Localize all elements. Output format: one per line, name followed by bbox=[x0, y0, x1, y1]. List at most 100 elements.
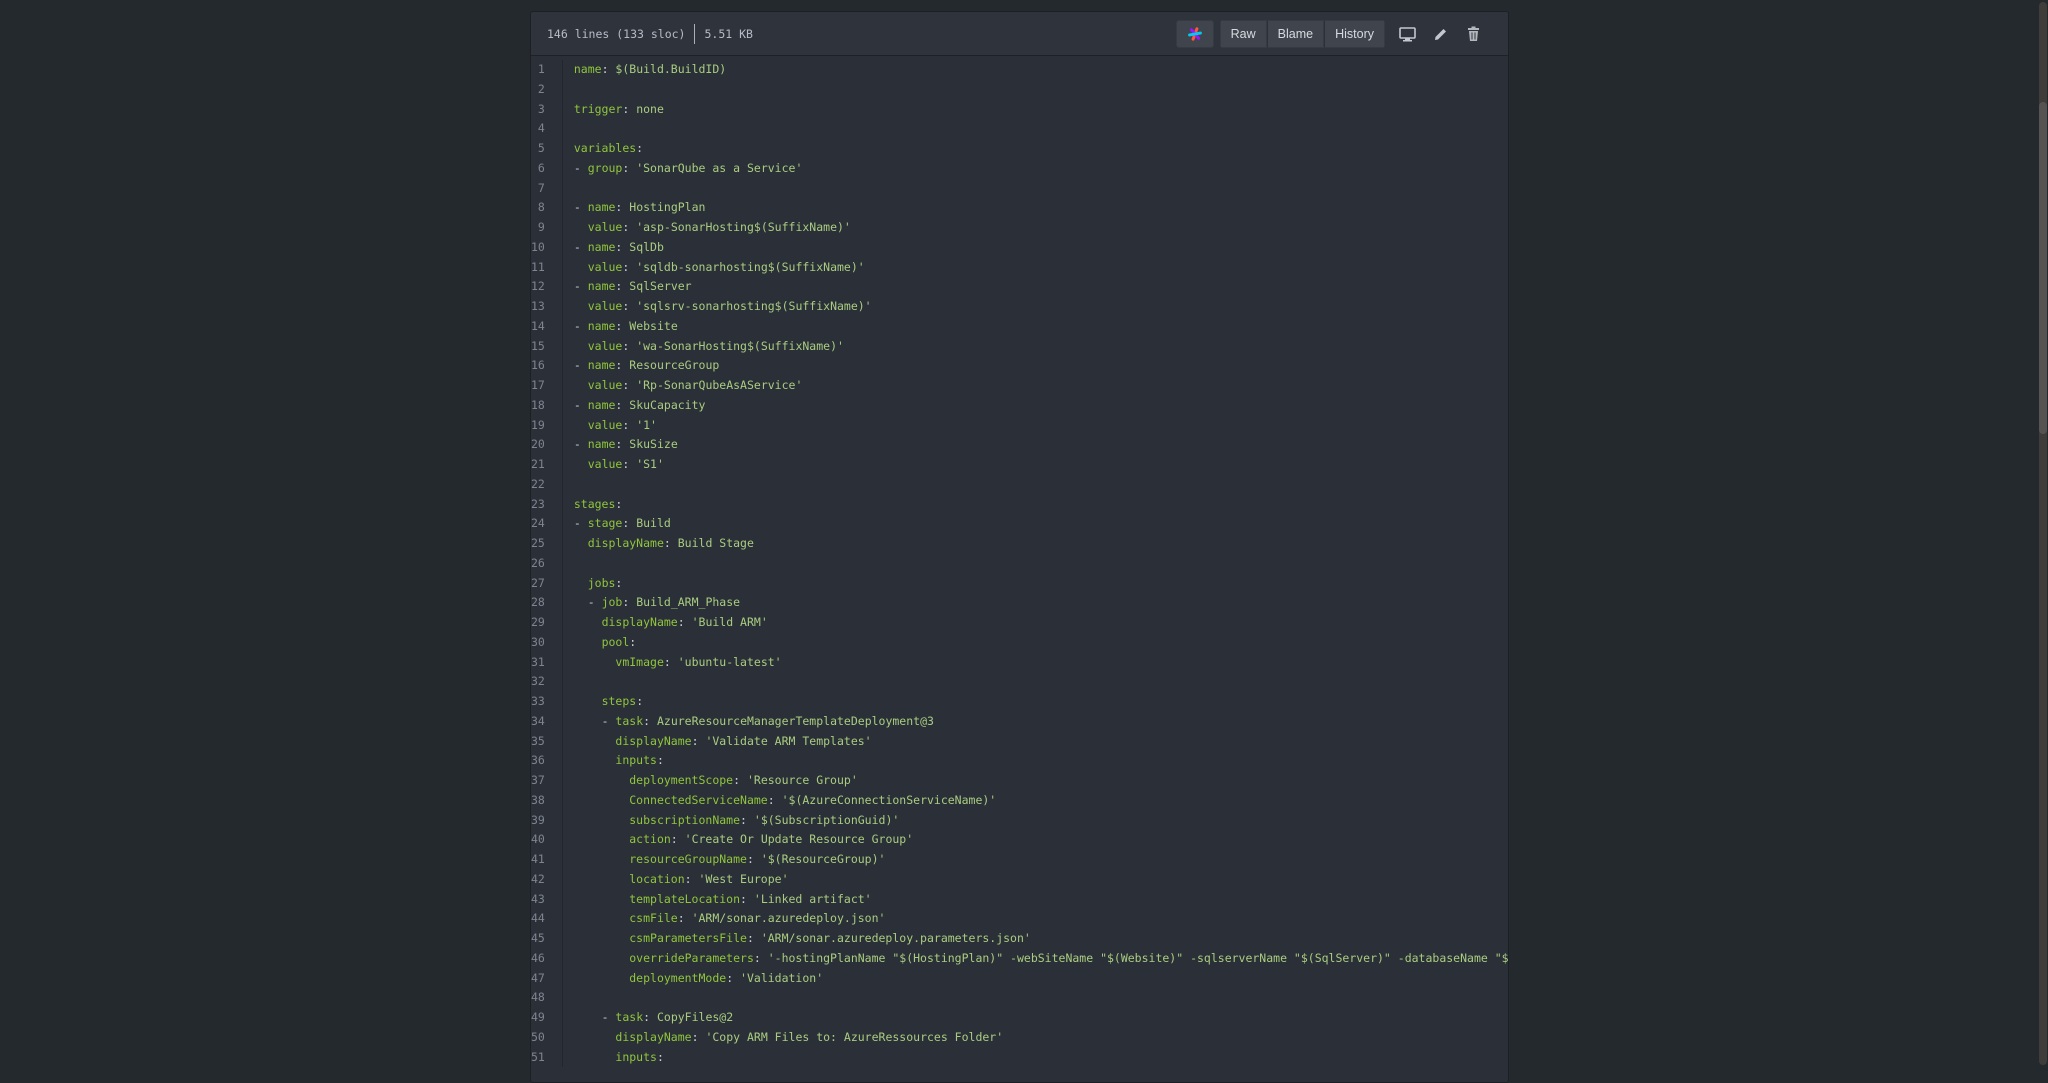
code-line: subscriptionName: '$(SubscriptionGuid)' bbox=[574, 811, 1508, 831]
line-number[interactable]: 17 bbox=[531, 376, 562, 396]
line-number[interactable]: 44 bbox=[531, 909, 562, 929]
line-number[interactable]: 12 bbox=[531, 277, 562, 297]
yaml-key: trigger bbox=[573, 101, 623, 116]
colon: : bbox=[746, 852, 761, 866]
line-number[interactable]: 38 bbox=[531, 791, 562, 811]
yaml-key: action bbox=[629, 832, 671, 847]
line-number[interactable]: 19 bbox=[531, 416, 562, 436]
line-number[interactable]: 3 bbox=[531, 100, 562, 120]
yaml-key: stage bbox=[587, 516, 623, 531]
yaml-key: inputs bbox=[615, 1049, 657, 1064]
line-number[interactable]: 33 bbox=[531, 692, 562, 712]
line-number[interactable]: 7 bbox=[531, 179, 562, 199]
yaml-key: value bbox=[587, 259, 623, 274]
line-number[interactable]: 27 bbox=[531, 574, 562, 594]
line-number[interactable]: 2 bbox=[531, 80, 562, 100]
line-number[interactable]: 11 bbox=[531, 258, 562, 278]
code-line: trigger: none bbox=[573, 100, 1508, 120]
line-number[interactable]: 28 bbox=[531, 593, 562, 613]
line-number[interactable]: 23 bbox=[531, 495, 562, 515]
line-number[interactable]: 21 bbox=[531, 455, 562, 475]
line-number[interactable]: 40 bbox=[531, 830, 562, 850]
line-number[interactable]: 9 bbox=[531, 218, 562, 238]
line-number[interactable]: 39 bbox=[531, 811, 562, 831]
line-number[interactable]: 41 bbox=[531, 850, 562, 870]
view-button-group: Raw Blame History bbox=[1219, 20, 1385, 48]
raw-button[interactable]: Raw bbox=[1219, 20, 1267, 48]
line-number[interactable]: 26 bbox=[531, 554, 562, 574]
line-number[interactable]: 50 bbox=[531, 1028, 562, 1048]
line-number[interactable]: 14 bbox=[531, 317, 562, 337]
line-number[interactable]: 1 bbox=[531, 60, 562, 80]
edit-button[interactable] bbox=[1424, 21, 1457, 47]
yaml-value: 'Linked artifact' bbox=[753, 891, 872, 906]
line-number[interactable]: 46 bbox=[531, 949, 562, 969]
line-number[interactable]: 49 bbox=[531, 1008, 562, 1028]
line-number[interactable]: 24 bbox=[531, 514, 562, 534]
yaml-value: 'sqlsrv-sonarhosting$(SuffixName)' bbox=[636, 299, 872, 313]
colon: : bbox=[622, 417, 637, 432]
line-number[interactable]: 5 bbox=[531, 139, 562, 159]
line-number[interactable]: 8 bbox=[531, 198, 562, 218]
yaml-value: '1' bbox=[636, 417, 657, 432]
line-number[interactable]: 34 bbox=[531, 712, 562, 732]
yaml-key: group bbox=[587, 160, 623, 175]
line-number[interactable]: 20 bbox=[531, 435, 562, 455]
file-header: 146 lines (133 sloc) 5.51 KB Raw Blame H… bbox=[531, 12, 1508, 56]
line-number[interactable]: 36 bbox=[531, 751, 562, 771]
colon: : bbox=[643, 713, 657, 728]
line-number[interactable]: 15 bbox=[531, 337, 562, 357]
line-number[interactable]: 45 bbox=[531, 929, 562, 949]
line-number[interactable]: 30 bbox=[531, 633, 562, 653]
line-number[interactable]: 47 bbox=[531, 969, 562, 989]
line-number[interactable]: 51 bbox=[531, 1048, 562, 1068]
code-line: ConnectedServiceName: '$(AzureConnection… bbox=[574, 791, 1508, 811]
line-number[interactable]: 10 bbox=[531, 238, 562, 258]
line-number[interactable]: 43 bbox=[531, 890, 562, 910]
line-number[interactable]: 37 bbox=[531, 771, 562, 791]
scrollbar-thumb[interactable] bbox=[2039, 102, 2047, 434]
yaml-key: task bbox=[615, 1010, 644, 1024]
yaml-key: task bbox=[615, 713, 644, 728]
line-number[interactable]: 42 bbox=[531, 870, 562, 890]
yaml-value: 'asp-SonarHosting$(SuffixName)' bbox=[636, 220, 851, 234]
line-number[interactable]: 25 bbox=[531, 534, 562, 554]
line-number[interactable]: 48 bbox=[531, 988, 562, 1008]
list-dash: - bbox=[573, 160, 588, 175]
page-scrollbar[interactable] bbox=[2038, 0, 2048, 1067]
colon: : bbox=[753, 950, 768, 965]
open-desktop-button[interactable] bbox=[1391, 21, 1424, 47]
yaml-value: 'wa-SonarHosting$(SuffixName)' bbox=[636, 338, 844, 353]
desktop-icon bbox=[1399, 26, 1416, 41]
yaml-key: jobs bbox=[587, 575, 616, 590]
line-number[interactable]: 29 bbox=[531, 613, 562, 633]
line-number[interactable]: 32 bbox=[531, 672, 562, 692]
line-number-gutter: 1 2 3 4 5 6 7 8 9 10 11 12 13 14 15 16 17 18 19 20 21 22 23 24 2… bbox=[531, 60, 563, 1068]
colon: : bbox=[691, 1029, 706, 1044]
yaml-value: HostingPlan bbox=[629, 200, 706, 215]
line-number[interactable]: 13 bbox=[531, 297, 562, 317]
line-number[interactable]: 35 bbox=[531, 732, 562, 752]
line-number[interactable]: 16 bbox=[531, 356, 562, 376]
sourcegraph-button[interactable] bbox=[1175, 20, 1214, 48]
line-number[interactable]: 22 bbox=[531, 475, 562, 495]
line-number[interactable]: 4 bbox=[531, 119, 562, 139]
blame-button[interactable]: Blame bbox=[1266, 20, 1325, 48]
yaml-key: csmParametersFile bbox=[629, 931, 747, 945]
code-line: steps: bbox=[574, 692, 1508, 712]
list-dash: - bbox=[573, 200, 588, 215]
line-number[interactable]: 31 bbox=[531, 653, 562, 673]
yaml-value: CopyFiles@2 bbox=[656, 1010, 734, 1024]
line-number[interactable]: 18 bbox=[531, 396, 562, 416]
yaml-value: 'Validate ARM Templates' bbox=[705, 733, 872, 748]
line-number[interactable]: 6 bbox=[531, 159, 562, 179]
delete-button[interactable] bbox=[1457, 21, 1490, 47]
code-line: templateLocation: 'Linked artifact' bbox=[574, 890, 1508, 910]
yaml-key: job bbox=[601, 595, 623, 610]
history-button[interactable]: History bbox=[1324, 20, 1385, 48]
